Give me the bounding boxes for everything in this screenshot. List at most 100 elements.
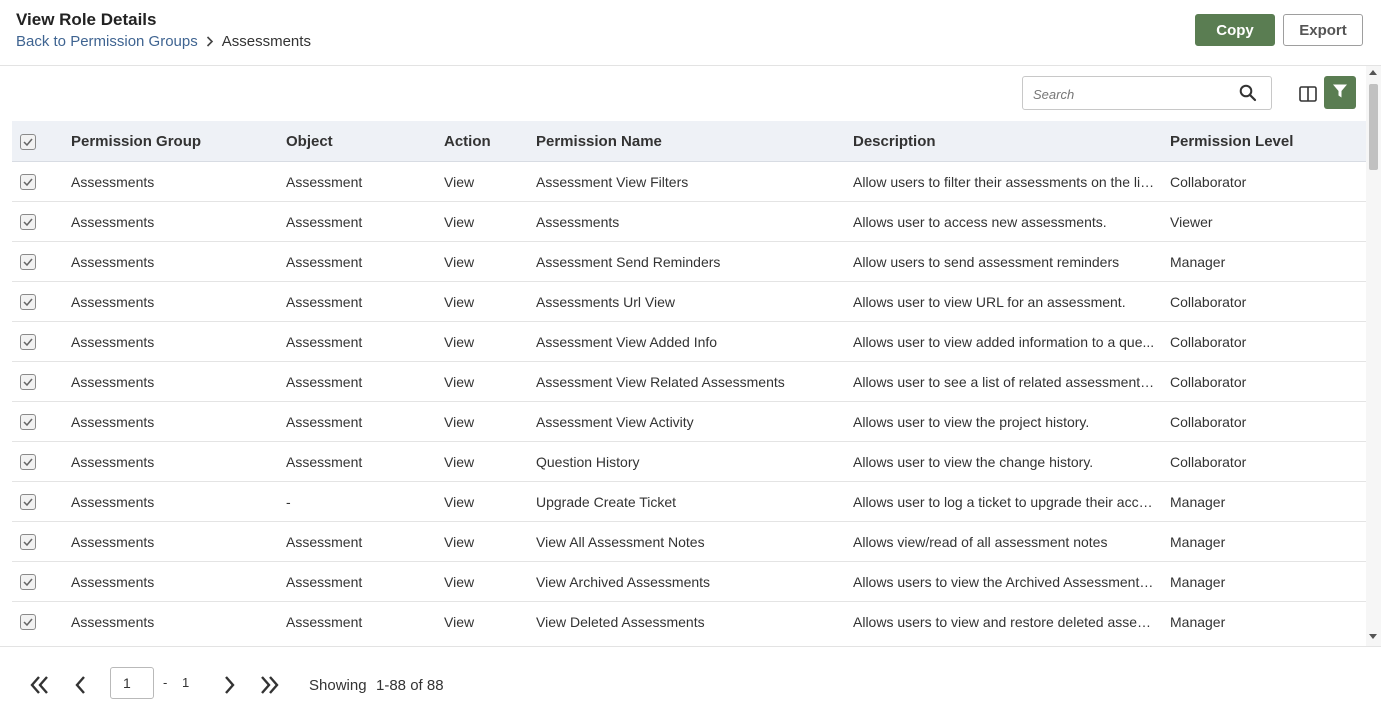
table-row[interactable]: Assessments Assessment View Assessment View…: [12, 322, 1366, 362]
cell-description: Allows view/read of all assessment notes: [853, 534, 1108, 550]
checkmark-icon: [23, 418, 33, 426]
cell-permission-group: Assessments: [71, 214, 155, 230]
checkmark-icon: [23, 618, 33, 626]
table-row[interactable]: Assessments Assessment View Assessments Url…: [12, 282, 1366, 322]
copy-button[interactable]: Copy: [1195, 14, 1275, 46]
cell-object: Assessment: [286, 414, 363, 430]
cell-permission-name: Assessment View Related Assessments: [536, 374, 785, 390]
table-row[interactable]: Assessments Assessment View View Archived A…: [12, 562, 1366, 602]
column-header-description[interactable]: Description: [853, 121, 1158, 162]
cell-permission-level: Collaborator: [1170, 294, 1247, 310]
cell-permission-name: Question History: [536, 454, 640, 470]
checkmark-icon: [23, 298, 33, 306]
table-row[interactable]: Assessments - View Upgrade Create Ticket All…: [12, 482, 1366, 522]
cell-permission-name: View Archived Assessments: [536, 574, 711, 590]
table-row[interactable]: Assessments Assessment View Assessments Allo…: [12, 202, 1366, 242]
row-checkbox[interactable]: [20, 534, 36, 550]
chevron-right-icon: [206, 36, 214, 47]
cell-object: Assessment: [286, 614, 363, 630]
cell-description: Allows user to log a ticket to upgrade t…: [853, 494, 1158, 510]
row-checkbox[interactable]: [20, 374, 36, 390]
cell-object: Assessment: [286, 214, 363, 230]
checkmark-icon: [23, 578, 33, 586]
breadcrumb-back-link[interactable]: Back to Permission Groups: [16, 33, 198, 50]
cell-object: -: [286, 494, 291, 510]
cell-action: View: [444, 334, 475, 350]
cell-action: View: [444, 614, 475, 630]
column-header-permission-name[interactable]: Permission Name: [536, 121, 841, 162]
cell-description: Allows users to view the Archived Assess…: [853, 574, 1158, 590]
cell-action: View: [444, 174, 475, 190]
cell-object: Assessment: [286, 334, 363, 350]
page-title: View Role Details: [16, 10, 157, 29]
checkmark-icon: [23, 378, 33, 386]
breadcrumb: Back to Permission Groups Assessments: [16, 33, 311, 50]
cell-permission-level: Manager: [1170, 574, 1226, 590]
cell-action: View: [444, 414, 475, 430]
row-checkbox[interactable]: [20, 454, 36, 470]
cell-permission-name: Assessment View Added Info: [536, 334, 718, 350]
filter-button[interactable]: [1324, 76, 1356, 109]
export-button[interactable]: Export: [1283, 14, 1363, 46]
chevron-right-icon[interactable]: [218, 674, 240, 696]
cell-description: Allows user to view added information to…: [853, 334, 1155, 350]
cell-permission-name: Upgrade Create Ticket: [536, 494, 677, 510]
double-chevron-right-icon[interactable]: [258, 674, 280, 696]
cell-object: Assessment: [286, 534, 363, 550]
cell-permission-group: Assessments: [71, 334, 155, 350]
column-header-action[interactable]: Action: [444, 121, 524, 162]
cell-description: Allows users to view and restore deleted…: [853, 614, 1158, 630]
row-checkbox[interactable]: [20, 214, 36, 230]
cell-permission-group: Assessments: [71, 414, 155, 430]
cell-description: Allows user to see a list of related ass…: [853, 374, 1158, 390]
table-row[interactable]: Assessments Assessment View Assessment View…: [12, 362, 1366, 402]
checkmark-icon: [23, 458, 33, 466]
page-number-input[interactable]: [110, 667, 154, 699]
row-checkbox[interactable]: [20, 414, 36, 430]
row-checkbox[interactable]: [20, 494, 36, 510]
row-checkbox[interactable]: [20, 174, 36, 190]
cell-action: View: [444, 574, 475, 590]
cell-permission-level: Manager: [1170, 494, 1226, 510]
filter-icon: [1332, 83, 1348, 102]
chevron-left-icon[interactable]: [70, 674, 92, 696]
double-chevron-left-icon[interactable]: [29, 674, 51, 696]
table-row[interactable]: Assessments Assessment View View All Assess…: [12, 522, 1366, 562]
table-row[interactable]: Assessments Assessment View Question Histor…: [12, 442, 1366, 482]
column-header-object[interactable]: Object: [286, 121, 436, 162]
column-header-permission-group[interactable]: Permission Group: [71, 121, 271, 162]
scroll-down-arrow-icon[interactable]: [1369, 634, 1377, 639]
checkmark-icon: [23, 258, 33, 266]
scroll-up-arrow-icon[interactable]: [1369, 70, 1377, 75]
search-icon[interactable]: [1239, 84, 1257, 102]
page-separator: -: [163, 675, 168, 690]
cell-permission-level: Collaborator: [1170, 454, 1247, 470]
row-checkbox[interactable]: [20, 574, 36, 590]
table-row[interactable]: Assessments Assessment View Assessment Send…: [12, 242, 1366, 282]
row-checkbox[interactable]: [20, 334, 36, 350]
row-checkbox[interactable]: [20, 254, 36, 270]
record-range: 1-88 of 88: [376, 677, 444, 694]
columns-icon[interactable]: [1299, 85, 1317, 103]
search-input[interactable]: [1033, 84, 1233, 104]
cell-object: Assessment: [286, 454, 363, 470]
cell-description: Allows user to view URL for an assessmen…: [853, 294, 1126, 310]
checkmark-icon: [23, 218, 33, 226]
checkmark-icon: [23, 538, 33, 546]
row-checkbox[interactable]: [20, 614, 36, 630]
row-checkbox[interactable]: [20, 294, 36, 310]
showing-label: Showing: [309, 677, 367, 694]
table-header: Permission Group Object Action Permissio…: [12, 121, 1366, 162]
scrollbar-thumb[interactable]: [1369, 84, 1378, 170]
breadcrumb-current: Assessments: [221, 33, 311, 50]
cell-permission-name: View All Assessment Notes: [536, 534, 705, 550]
select-all-checkbox[interactable]: [20, 134, 36, 150]
table-row[interactable]: Assessments Assessment View Assessment View…: [12, 162, 1366, 202]
column-header-permission-level[interactable]: Permission Level: [1170, 121, 1350, 162]
table-row[interactable]: Assessments Assessment View View Deleted As…: [12, 602, 1366, 641]
cell-description: Allow users to send assessment reminders: [853, 254, 1120, 270]
checkmark-icon: [23, 178, 33, 186]
checkmark-icon: [23, 498, 33, 506]
cell-permission-level: Manager: [1170, 534, 1226, 550]
table-row[interactable]: Assessments Assessment View Assessment View…: [12, 402, 1366, 442]
